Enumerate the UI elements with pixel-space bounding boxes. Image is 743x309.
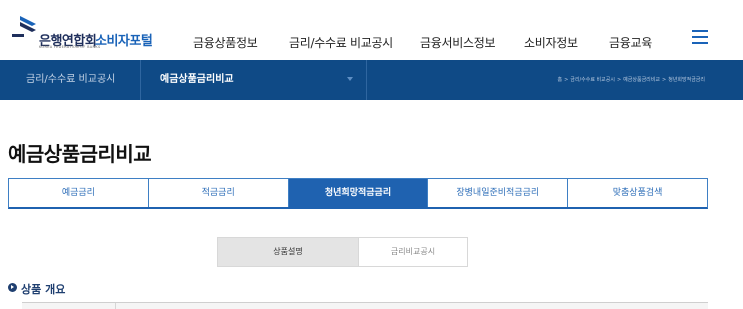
breadcrumb-item[interactable]: 예금상품금리비교 xyxy=(623,77,660,83)
tab-youth-hope-savings-rate[interactable]: 청년희망적금금리 xyxy=(288,179,429,207)
breadcrumb-home[interactable]: 홈 xyxy=(557,77,562,83)
overview-table xyxy=(22,302,708,309)
gnb-item-financial-education[interactable]: 금융교육 xyxy=(609,34,652,51)
subnav-divider xyxy=(140,60,141,100)
site-header: 은행연합회 소비자포털 KOREA FEDERATION OF BANKS 금융… xyxy=(0,0,743,60)
chevron-down-icon[interactable] xyxy=(347,77,353,81)
page-title: 예금상품금리비교 xyxy=(8,142,152,166)
subnav-depth2-select[interactable]: 예금상품금리비교 xyxy=(160,60,234,100)
gnb-item-rate-fee-disclosure[interactable]: 금리/수수료 비교공시 xyxy=(289,34,393,51)
breadcrumb: 홈 > 금리/수수료 비교공시 > 예금상품금리비교 > 청년희망적금금리 xyxy=(557,77,705,83)
circle-arrow-icon xyxy=(8,283,17,292)
site-logo[interactable]: 은행연합회 소비자포털 KOREA FEDERATION OF BANKS xyxy=(10,12,170,52)
gnb-item-financial-services[interactable]: 금융서비스정보 xyxy=(420,34,495,51)
product-tabs: 예금금리 적금금리 청년희망적금금리 장병내일준비적금금리 맞춤상품검색 xyxy=(8,178,708,209)
logo-sub-text: KOREA FEDERATION OF BANKS xyxy=(39,45,101,49)
tab-soldier-savings-rate[interactable]: 장병내일준비적금금리 xyxy=(428,179,569,207)
subtab-rate-comparison[interactable]: 금리비교공시 xyxy=(359,237,468,267)
subnav-divider xyxy=(366,60,367,100)
gnb-item-financial-products[interactable]: 금융상품정보 xyxy=(193,34,258,51)
table-column-divider xyxy=(115,303,116,309)
sub-navigation-bar: 금리/수수료 비교공시 예금상품금리비교 홈 > 금리/수수료 비교공시 > 예금상품금… xyxy=(0,60,743,100)
breadcrumb-item[interactable]: 금리/수수료 비교공시 xyxy=(570,77,615,83)
tab-custom-product-search[interactable]: 맞춤상품검색 xyxy=(568,179,707,207)
hamburger-menu-icon[interactable] xyxy=(692,30,708,44)
section-heading: 상품 개요 xyxy=(8,278,65,296)
subnav-depth1-select[interactable]: 금리/수수료 비교공시 xyxy=(26,60,115,100)
content-subtabs: 상품설명 금리비교공시 xyxy=(217,237,468,267)
gnb-item-consumer-info[interactable]: 소비자정보 xyxy=(524,34,578,51)
breadcrumb-current: 청년희망적금금리 xyxy=(668,77,705,83)
tab-savings-rate[interactable]: 적금금리 xyxy=(149,179,289,207)
section-heading-label: 상품 개요 xyxy=(21,282,66,296)
subtab-product-description[interactable]: 상품설명 xyxy=(217,237,359,267)
logo-portal-text: 소비자포털 xyxy=(95,34,153,49)
tab-deposit-rate[interactable]: 예금금리 xyxy=(9,179,149,207)
